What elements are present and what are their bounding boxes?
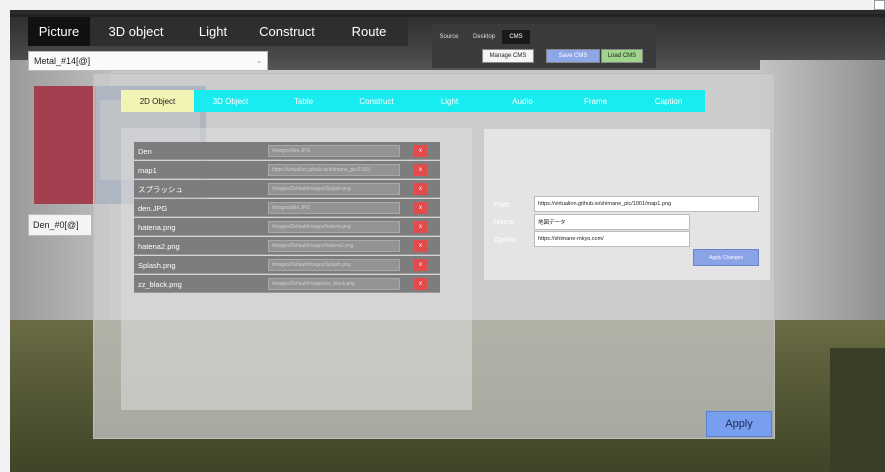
list-item[interactable]: zz_black.png /images/Default/images/zz_b… xyxy=(134,275,440,293)
path-label: Path xyxy=(494,200,510,209)
object-name-field[interactable]: Den_#0[@] xyxy=(28,214,92,236)
item-path-field[interactable]: /images/Default/images/hatena.png xyxy=(268,221,400,233)
name-label: Name xyxy=(494,217,515,226)
tab-table[interactable]: Table xyxy=(267,90,340,112)
item-path-field[interactable]: https://virtualion.github.io/shimane_pic… xyxy=(268,164,400,176)
dropdown-value: Metal_#14[@] xyxy=(34,56,91,66)
item-name: map1 xyxy=(138,165,157,175)
path-input[interactable]: https://virtualion.github.io/shimane_pic… xyxy=(534,196,759,212)
tab-cms[interactable]: CMS xyxy=(502,30,530,44)
name-input[interactable]: 地図データ xyxy=(534,214,690,230)
item-name: hatena.png xyxy=(138,222,176,232)
tab-3d-object[interactable]: 3D object xyxy=(90,17,182,46)
delete-button[interactable]: x xyxy=(414,259,427,271)
save-cms-button[interactable]: Save CMS xyxy=(546,49,600,63)
option-input[interactable]: https://shimane-mkyo.com/ xyxy=(534,231,690,247)
object-type-tab-bar: 2D Object 3D Object Table Construct Ligh… xyxy=(121,90,705,112)
tab-route[interactable]: Route xyxy=(330,17,408,46)
item-name: Den xyxy=(138,146,152,156)
object-dropdown[interactable]: Metal_#14[@] ⌄ xyxy=(28,51,268,71)
tab-light-cms[interactable]: Light xyxy=(413,90,486,112)
tab-audio[interactable]: Audio xyxy=(486,90,559,112)
tab-picture[interactable]: Picture xyxy=(28,17,90,46)
tab-light[interactable]: Light xyxy=(182,17,244,46)
delete-button[interactable]: x xyxy=(414,164,427,176)
tab-caption[interactable]: Caption xyxy=(632,90,705,112)
manage-cms-button[interactable]: Manage CMS xyxy=(482,49,534,63)
list-item[interactable]: hatena2.png /images/Default/images/haten… xyxy=(134,237,440,255)
item-path-field[interactable]: /images/Default/images/Splash.png xyxy=(268,183,400,195)
tab-desktop[interactable]: Desktop xyxy=(466,30,502,44)
apply-changes-button[interactable]: Apply Changes xyxy=(693,249,759,266)
floor-shadow xyxy=(830,348,885,472)
delete-button[interactable]: x xyxy=(414,221,427,233)
item-path-field[interactable]: /images/den.JPG xyxy=(268,145,400,157)
item-name: スプラッシュ xyxy=(138,184,183,194)
list-item[interactable]: Den /images/den.JPG x xyxy=(134,142,440,160)
item-path-field[interactable]: /images/Default/images/hatena2.png xyxy=(268,240,400,252)
top-tab-bar: Picture 3D object Light Construct Route xyxy=(28,17,408,46)
tab-construct[interactable]: Construct xyxy=(244,17,330,46)
right-wall xyxy=(760,60,885,360)
delete-button[interactable]: x xyxy=(414,278,427,290)
apply-button[interactable]: Apply xyxy=(706,411,772,437)
tab-source[interactable]: Source xyxy=(432,30,466,44)
item-path-field[interactable]: /images/Default/images/zz_black.png xyxy=(268,278,400,290)
tab-3d-object-cms[interactable]: 3D Object xyxy=(194,90,267,112)
delete-button[interactable]: x xyxy=(414,183,427,195)
delete-button[interactable]: x xyxy=(414,145,427,157)
list-item[interactable]: Splash.png /images/Default/images/Splash… xyxy=(134,256,440,274)
painting-left xyxy=(34,86,98,204)
item-path-field[interactable]: /images/Default/images/Splash.png xyxy=(268,259,400,271)
list-item[interactable]: hatena.png /images/Default/images/hatena… xyxy=(134,218,440,236)
item-name: Splash.png xyxy=(138,260,176,270)
delete-button[interactable]: x xyxy=(414,202,427,214)
chevron-down-icon: ⌄ xyxy=(256,58,262,65)
delete-button[interactable]: x xyxy=(414,240,427,252)
tab-2d-object[interactable]: 2D Object xyxy=(121,90,194,112)
item-path-field[interactable]: /images/den.JPG xyxy=(268,202,400,214)
load-cms-button[interactable]: Load CMS xyxy=(601,49,643,63)
tab-construct-cms[interactable]: Construct xyxy=(340,90,413,112)
item-name: hatena2.png xyxy=(138,241,180,251)
window-corner-box xyxy=(874,0,885,10)
cms-tab-bar: Source Desktop CMS xyxy=(432,30,530,44)
list-item[interactable]: den.JPG /images/den.JPG x xyxy=(134,199,440,217)
item-name: zz_black.png xyxy=(138,279,182,289)
item-name: den.JPG xyxy=(138,203,168,213)
tab-frame[interactable]: Frame xyxy=(559,90,632,112)
list-item[interactable]: スプラッシュ /images/Default/images/Splash.png… xyxy=(134,180,440,198)
option-label: Option xyxy=(494,235,517,244)
list-item[interactable]: map1 https://virtualion.github.io/shiman… xyxy=(134,161,440,179)
